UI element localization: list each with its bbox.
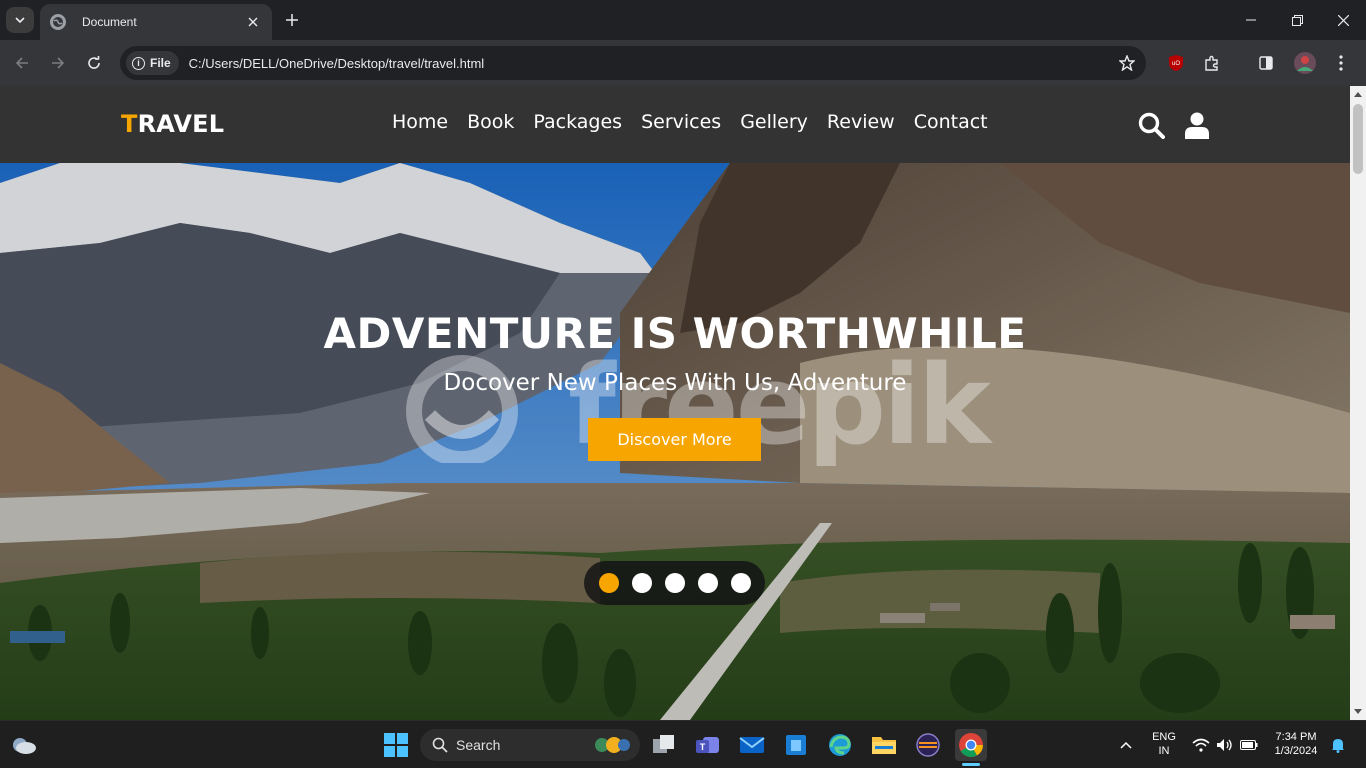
new-tab-button[interactable] bbox=[282, 10, 302, 30]
site-info-label: File bbox=[150, 56, 171, 70]
url-text[interactable]: C:/Users/DELL/OneDrive/Desktop/travel/tr… bbox=[189, 56, 1114, 71]
web-page: TRAVEL Home Book Packages Services Gelle… bbox=[0, 86, 1350, 720]
reload-button[interactable] bbox=[81, 50, 107, 76]
slide-dot-3[interactable] bbox=[664, 573, 685, 593]
taskbar-search[interactable]: Search bbox=[420, 729, 640, 761]
store-icon[interactable] bbox=[780, 729, 812, 761]
restore-icon bbox=[1291, 14, 1303, 26]
hero-title: ADVENTURE IS WORTHWHILE bbox=[323, 309, 1027, 358]
site-header: TRAVEL Home Book Packages Services Gelle… bbox=[0, 86, 1350, 163]
search-icon[interactable] bbox=[1136, 110, 1166, 140]
arrow-right-icon bbox=[52, 57, 65, 69]
profile-avatar[interactable] bbox=[1293, 51, 1317, 75]
language-code: ENG bbox=[1152, 731, 1176, 743]
browser-toolbar: i File C:/Users/DELL/OneDrive/Desktop/tr… bbox=[0, 40, 1366, 86]
windows-taskbar: Search T ENG IN 7:34 PM 1/3/2024 bbox=[0, 720, 1366, 768]
eclipse-ide-icon[interactable] bbox=[912, 729, 944, 761]
slider-pagination bbox=[584, 561, 765, 605]
file-explorer-icon[interactable] bbox=[868, 729, 900, 761]
nav-book[interactable]: Book bbox=[467, 111, 514, 133]
browser-tabbar: Document bbox=[0, 0, 1366, 40]
minimize-icon bbox=[1246, 19, 1256, 21]
nav-gallery[interactable]: Gellery bbox=[740, 111, 808, 133]
nav-review[interactable]: Review bbox=[827, 111, 895, 133]
battery-icon[interactable] bbox=[1234, 729, 1264, 761]
arrow-left-icon bbox=[15, 57, 28, 69]
search-highlight-icon bbox=[595, 737, 630, 753]
nav-services[interactable]: Services bbox=[641, 111, 721, 133]
notification-bell-icon[interactable] bbox=[1326, 729, 1350, 761]
bookmark-star-icon[interactable] bbox=[1114, 50, 1140, 76]
windows-start-icon[interactable] bbox=[380, 729, 412, 761]
chrome-browser-icon[interactable] bbox=[955, 729, 987, 761]
forward-button[interactable] bbox=[45, 50, 71, 76]
side-panel-icon[interactable] bbox=[1254, 51, 1278, 75]
edge-browser-icon[interactable] bbox=[824, 729, 856, 761]
task-view-icon[interactable] bbox=[648, 729, 680, 761]
slide-dot-1[interactable] bbox=[598, 573, 619, 593]
user-icon[interactable] bbox=[1182, 110, 1212, 140]
show-hidden-icons-chevron-icon[interactable] bbox=[1110, 729, 1142, 761]
plus-icon bbox=[286, 14, 298, 26]
teams-icon[interactable]: T bbox=[692, 729, 724, 761]
chevron-down-icon bbox=[15, 17, 25, 24]
search-icon bbox=[432, 737, 448, 753]
close-icon bbox=[1337, 14, 1349, 26]
page-scrollbar[interactable] bbox=[1350, 86, 1366, 720]
nav-contact[interactable]: Contact bbox=[914, 111, 988, 133]
hero-slider: freepik ADVENTURE IS WORTHWHILE Docover … bbox=[0, 163, 1350, 720]
close-tab-icon[interactable] bbox=[244, 13, 262, 31]
weather-widget-icon[interactable] bbox=[8, 729, 40, 761]
scroll-down-arrow-icon[interactable] bbox=[1354, 709, 1362, 714]
logo-rest: RAVEL bbox=[137, 110, 225, 138]
slide-dot-2[interactable] bbox=[631, 573, 652, 593]
site-logo[interactable]: TRAVEL bbox=[121, 110, 224, 138]
svg-text:uO: uO bbox=[1172, 61, 1180, 67]
site-info-chip[interactable]: i File bbox=[126, 51, 179, 75]
more-menu-icon[interactable] bbox=[1329, 51, 1353, 75]
discover-more-button[interactable]: Discover More bbox=[588, 418, 761, 461]
logo-first-letter: T bbox=[121, 110, 138, 138]
taskbar-search-label: Search bbox=[456, 737, 501, 753]
active-app-indicator bbox=[962, 763, 980, 766]
ublock-extension-icon[interactable]: uO bbox=[1164, 51, 1188, 75]
tab-search-button[interactable] bbox=[6, 7, 34, 33]
restore-button[interactable] bbox=[1274, 6, 1320, 34]
info-icon: i bbox=[132, 56, 145, 70]
address-bar[interactable]: i File C:/Users/DELL/OneDrive/Desktop/tr… bbox=[120, 46, 1146, 80]
language-region: IN bbox=[1158, 745, 1170, 757]
clock[interactable]: 7:34 PM 1/3/2024 bbox=[1268, 730, 1324, 758]
tab-document[interactable]: Document bbox=[40, 4, 272, 40]
hero-subtitle: Docover New Places With Us, Adventure bbox=[443, 370, 907, 396]
nav-home[interactable]: Home bbox=[392, 111, 448, 133]
scroll-up-arrow-icon[interactable] bbox=[1354, 92, 1362, 97]
back-button[interactable] bbox=[9, 50, 35, 76]
language-indicator[interactable]: ENG IN bbox=[1146, 730, 1182, 758]
main-nav: Home Book Packages Services Gellery Revi… bbox=[392, 111, 1007, 133]
nav-packages[interactable]: Packages bbox=[533, 111, 622, 133]
slide-dot-5[interactable] bbox=[730, 573, 751, 593]
clock-date: 1/3/2024 bbox=[1274, 745, 1318, 757]
slide-dot-4[interactable] bbox=[697, 573, 718, 593]
scroll-thumb[interactable] bbox=[1353, 104, 1363, 174]
mail-icon[interactable] bbox=[736, 729, 768, 761]
extensions-puzzle-icon[interactable] bbox=[1200, 51, 1224, 75]
clock-time: 7:34 PM bbox=[1275, 731, 1317, 743]
svg-text:T: T bbox=[700, 742, 706, 752]
close-window-button[interactable] bbox=[1320, 6, 1366, 34]
reload-icon bbox=[88, 56, 100, 69]
minimize-button[interactable] bbox=[1228, 6, 1274, 34]
globe-icon bbox=[50, 14, 66, 30]
tab-title: Document bbox=[82, 15, 137, 29]
